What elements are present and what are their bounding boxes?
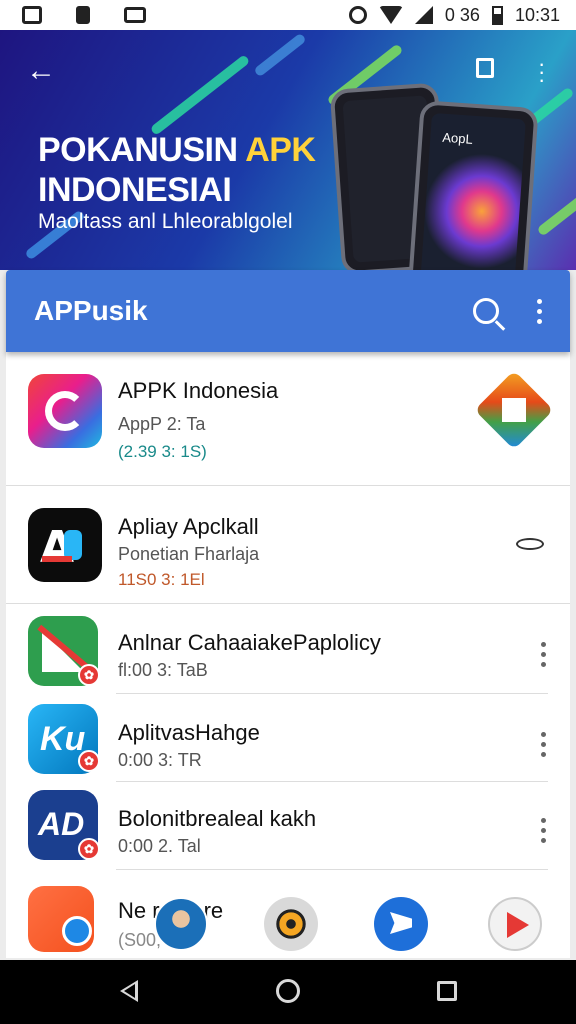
app-bar: APPusik <box>6 270 570 352</box>
app-name: APPK Indonesia <box>118 378 279 403</box>
row-overflow-icon[interactable] <box>541 732 546 757</box>
status-bar: 0 36 10:31 <box>0 0 576 30</box>
app-bar-title: APPusik <box>34 295 148 326</box>
app-name: Anlnar CahaaiakePaplolicy <box>118 630 381 655</box>
list-item[interactable]: A Apliay Apclkall Ponetian Fharlaja 11S0… <box>6 486 570 604</box>
phone-label: AopL <box>441 129 474 147</box>
navigation-bar <box>0 960 576 1024</box>
bookmark-icon[interactable] <box>476 58 494 78</box>
camera-icon[interactable] <box>264 897 318 951</box>
app-badge: ✿ <box>78 664 100 686</box>
app-badge: ✿ <box>78 750 100 772</box>
alarm-icon <box>348 6 367 24</box>
app-name: Apliay Apclkall <box>118 514 259 539</box>
app-subtitle: Ponetian Fharlaja <box>118 544 260 564</box>
hero-banner: ← · · · POKANUSIN APK INDONESIAI Maoltass … <box>0 30 576 270</box>
list-item[interactable]: ✿ Anlnar CahaaiakePaplolicy fl:00 3: TaB <box>6 604 570 694</box>
row-overflow-icon[interactable] <box>541 818 546 843</box>
app-subtitle: fl:00 3: TaB <box>118 660 208 680</box>
app-subtitle: AppP 2: Ta <box>118 414 206 434</box>
sim-notification-icon <box>76 6 90 24</box>
battery-icon <box>491 5 503 25</box>
hero-title: POKANUSIN APK INDONESIAI <box>38 130 316 210</box>
list-item[interactable]: Ku ✿ AplitvasHahge 0:00 3: TR <box>6 694 570 782</box>
list-item[interactable]: APPK Indonesia AppP 2: Ta (2.39 3: 1S) <box>6 352 570 486</box>
nav-home-icon[interactable] <box>276 979 300 1003</box>
hero-subtitle: Maoltass anl Lhleorablgolel <box>38 210 293 233</box>
status-text: 0 36 <box>444 4 480 25</box>
app-name: Bolonitbrealeal kakh <box>118 806 317 831</box>
app-list: APPK Indonesia AppP 2: Ta (2.39 3: 1S) A… <box>6 352 570 958</box>
app-name: AplitvasHahge <box>118 720 260 745</box>
hero-title-main: POKANUSIN <box>38 131 246 169</box>
app-meta: (2.39 3: 1S) <box>118 442 207 461</box>
app-badge: ✿ <box>78 838 100 860</box>
list-item[interactable]: AD ✿ Bolonitbrealeal kakh 0:00 2. Tal <box>6 782 570 870</box>
back-arrow-icon[interactable]: ← <box>26 54 56 88</box>
app-icon-apliay: A <box>28 508 102 582</box>
overflow-menu-icon[interactable] <box>537 298 542 324</box>
app-thumbnail-icon <box>474 370 554 450</box>
message-notification-icon <box>124 7 146 23</box>
link-icon[interactable] <box>516 538 544 550</box>
wifi-icon <box>378 6 403 24</box>
more-options-icon[interactable]: · · · <box>538 53 545 91</box>
clock: 10:31 <box>514 4 560 25</box>
nav-back-icon[interactable] <box>120 980 138 1002</box>
play-store-icon[interactable] <box>488 897 542 951</box>
hero-title-accent: APK <box>245 131 316 169</box>
screenshot-notification-icon <box>22 6 42 24</box>
app-subtitle: 0:00 2. Tal <box>118 836 201 856</box>
app-icon-apk-indonesia <box>28 374 102 448</box>
app-subtitle: 0:00 3: TR <box>118 750 202 770</box>
chat-icon[interactable] <box>374 897 428 951</box>
profile-icon[interactable] <box>154 897 208 951</box>
hero-title-line2: INDONESIAI <box>38 171 232 209</box>
signal-icon <box>414 6 433 24</box>
phone-illustration-right: AopL <box>407 100 539 270</box>
search-icon[interactable] <box>473 298 499 324</box>
row-overflow-icon[interactable] <box>541 642 546 667</box>
app-meta: 11S0 3: 1El <box>118 570 205 589</box>
nav-recents-icon[interactable] <box>437 981 457 1001</box>
bottom-dock <box>0 895 576 959</box>
